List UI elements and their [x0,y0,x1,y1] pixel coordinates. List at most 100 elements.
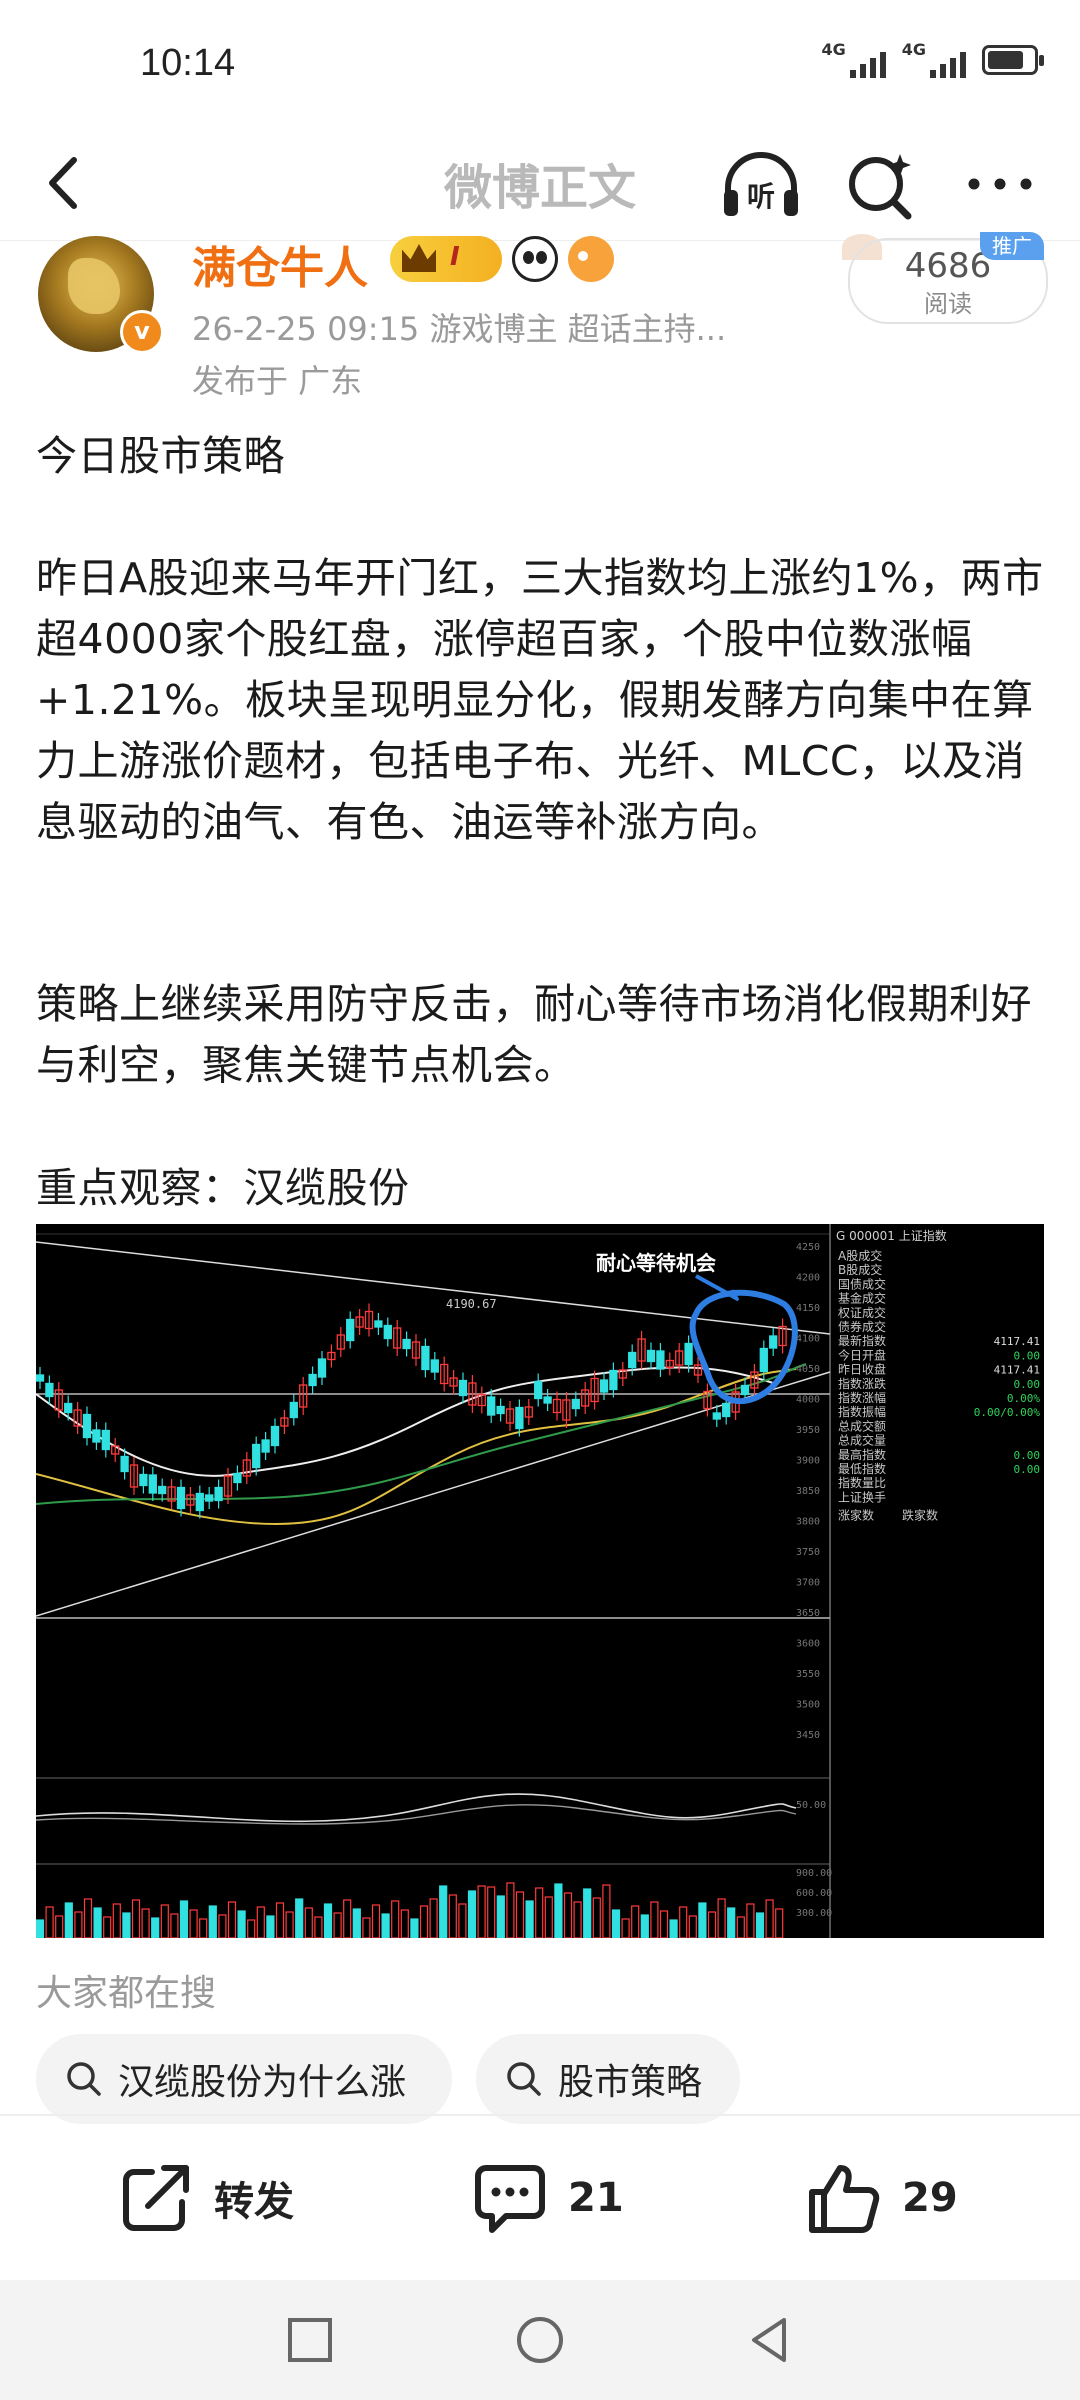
search-chip[interactable]: 汉缆股份为什么涨 [36,2034,452,2124]
candle-body [430,1359,439,1373]
quote-row-value: 4117.41 [994,1364,1040,1377]
price-tick-label: 3450 [796,1730,820,1741]
volume-tick-label: 600.00 [796,1888,832,1899]
more-dots-icon [968,178,1032,190]
search-sparkle-icon [849,154,912,220]
post-image-stock-chart[interactable]: 耐心等待机会 4190.67 4250 4200 4150 4100 4050 4000 3… [36,1224,1044,1938]
chart-annotation: 耐心等待机会 [596,1251,716,1275]
volume-bar [179,1900,189,1938]
post-location: 发布于 广东 [192,362,363,400]
volume-bar [563,1892,573,1938]
candle-body [317,1358,327,1378]
crown-level-badge-icon[interactable]: I [390,236,502,282]
volume-bar [333,1912,342,1938]
author-badges: I [390,236,614,282]
quote-row-label: 总成交额 [838,1418,886,1433]
quote-row-value: 4117.41 [994,1335,1040,1348]
candle-body [308,1373,317,1387]
candle-body [120,1455,129,1473]
divider [0,2114,1080,2116]
candle-body [515,1406,524,1430]
repost-icon [123,2165,189,2231]
candle-body [759,1347,768,1373]
volume-bar [141,1908,150,1938]
listen-button[interactable]: 听 [718,144,804,224]
panda-badge-icon[interactable] [512,236,558,282]
volume-bar [535,1887,544,1938]
volume-bar [381,1913,390,1938]
price-tick-label: 3700 [796,1578,820,1589]
volume-bar [717,1898,726,1938]
promo-tag[interactable]: 推广 [980,232,1044,260]
volume-bar [45,1906,54,1938]
post-heading: 今日股市策略 [36,432,285,480]
verified-icon: v [120,310,164,354]
more-options-button[interactable] [960,156,1040,212]
post-paragraph: 昨日A股迎来马年开门红，三大指数均上涨约1%，两市超4000家个股红盘，涨停超百… [36,554,1044,846]
price-tick-label: 3550 [796,1669,820,1680]
candle-body [270,1425,280,1447]
volume-bar [160,1904,169,1938]
read-label: 阅读 [924,290,972,318]
stock-chart-graphic: 耐心等待机会 4190.67 4250 4200 4150 4100 4050 4000 3… [36,1224,1041,1938]
search-chip[interactable]: 股市策略 [476,2034,740,2124]
comment-button[interactable]: 21 [472,2160,624,2236]
svg-text:50.00: 50.00 [796,1800,826,1811]
battery-icon [982,45,1044,75]
volume-bar [122,1912,131,1938]
volume-bar [525,1900,534,1938]
candle-body [101,1429,110,1451]
volume-bar [669,1919,678,1938]
back-nav-icon[interactable] [744,2314,796,2366]
signal-icon-2: 4G [902,42,966,78]
volume-bar [93,1907,102,1938]
volume-bar [103,1916,112,1938]
volume-tick-label: 900.00 [796,1868,832,1879]
quote-footer-label: 跌家数 [902,1508,938,1523]
price-axis: 4250 4200 4150 4100 4050 4000 3950 3900 3850 3800… [796,1242,820,1741]
candle-body [195,1492,204,1512]
volume-bar [640,1914,649,1938]
volume-bar [314,1916,323,1938]
like-button[interactable]: 29 [806,2160,958,2236]
candle-body [252,1443,261,1469]
candle-body [82,1413,92,1439]
volume-bar [775,1908,784,1938]
volume-bar [631,1905,640,1938]
candle-body [599,1379,609,1393]
candle-body [628,1351,637,1369]
volume-bar [151,1917,160,1938]
candle-body [158,1485,167,1495]
volume-bar [477,1885,486,1938]
volume-bar [170,1913,179,1938]
status-time: 10:14 [140,42,236,84]
volume-bar [199,1918,208,1938]
volume-bar [371,1904,381,1938]
panel-header: G 000001 上证指数 [836,1228,947,1243]
quote-row-label: 今日开盘 [838,1347,886,1362]
volume-bar [400,1909,409,1938]
quote-row-label: 基金成交 [838,1291,886,1306]
candle-body [383,1324,392,1340]
volume-bar [688,1915,697,1938]
candle-body [487,1396,496,1416]
peak-label: 4190.67 [446,1297,497,1311]
volume-bar [583,1888,592,1938]
volume-bar [659,1910,669,1938]
fish-badge-icon[interactable] [568,236,614,282]
candle-body [92,1429,101,1443]
candle-body [712,1412,721,1420]
repost-button[interactable]: 转发 [118,2160,294,2236]
volume-bar [64,1902,73,1938]
volume-bar [208,1905,217,1938]
recent-apps-icon[interactable] [284,2314,336,2366]
candle-body [374,1320,383,1328]
search-button[interactable] [840,144,920,224]
volume-bar [112,1903,121,1938]
author-name[interactable]: 满仓牛人 [192,232,368,296]
home-icon[interactable] [514,2314,566,2366]
volume-bar [304,1907,313,1938]
quote-footer-label: 涨家数 [838,1508,874,1523]
quote-row-value: 0.00 [1014,1449,1041,1462]
price-tick-label: 3800 [796,1517,820,1528]
